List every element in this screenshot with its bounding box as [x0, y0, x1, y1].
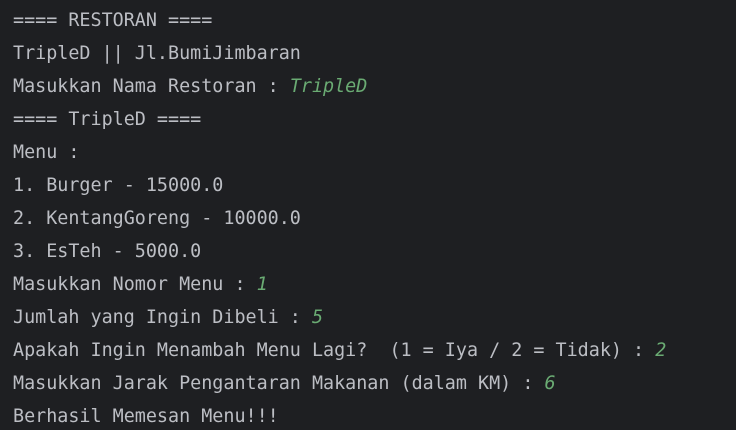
- console-text: Jumlah yang Ingin Dibeli :: [13, 307, 312, 328]
- console-text: Masukkan Nomor Menu :: [13, 274, 257, 295]
- console-text: Apakah Ingin Menambah Menu Lagi? (1 = Iy…: [13, 340, 656, 361]
- console-line-menu-heading: Menu :: [13, 136, 736, 169]
- console-line-success-message: Berhasil Memesan Menu!!!: [13, 400, 736, 430]
- console-text: Menu :: [13, 142, 80, 163]
- console-line-menu-item-2: 2. KentangGoreng - 10000.0: [13, 202, 736, 235]
- console-line-restaurant-name-prompt: Masukkan Nama Restoran : TripleD: [13, 70, 736, 103]
- console-text: 3. EsTeh - 5000.0: [13, 241, 202, 262]
- console-text: ==== RESTORAN ====: [13, 10, 213, 31]
- console-line-add-more-prompt: Apakah Ingin Menambah Menu Lagi? (1 = Iy…: [13, 334, 736, 367]
- user-input-menu-number: 1: [256, 274, 268, 295]
- console-line-menu-number-prompt: Masukkan Nomor Menu : 1: [13, 268, 736, 301]
- console-text: ==== TripleD ====: [13, 109, 202, 130]
- console-line-restaurant-title: ==== TripleD ====: [13, 103, 736, 136]
- console-text: Masukkan Jarak Pengantaran Makanan (dala…: [13, 373, 545, 394]
- console-line-menu-item-3: 3. EsTeh - 5000.0: [13, 235, 736, 268]
- console-text: 1. Burger - 15000.0: [13, 175, 224, 196]
- run-console-output[interactable]: ==== RESTORAN ==== TripleD || Jl.BumiJim…: [0, 0, 736, 430]
- console-line-header: ==== RESTORAN ====: [13, 4, 736, 37]
- user-input-quantity: 5: [311, 307, 324, 328]
- console-line-address: TripleD || Jl.BumiJimbaran: [13, 37, 736, 70]
- console-line-distance-prompt: Masukkan Jarak Pengantaran Makanan (dala…: [13, 367, 736, 400]
- console-text: Masukkan Nama Restoran :: [13, 76, 290, 97]
- console-text: TripleD || Jl.BumiJimbaran: [13, 43, 301, 64]
- console-line-menu-item-1: 1. Burger - 15000.0: [13, 169, 736, 202]
- user-input-distance: 6: [544, 373, 556, 394]
- user-input-restaurant-name: TripleD: [289, 76, 368, 97]
- console-text: 2. KentangGoreng - 10000.0: [13, 208, 301, 229]
- console-text: Berhasil Memesan Menu!!!: [13, 406, 279, 427]
- console-line-quantity-prompt: Jumlah yang Ingin Dibeli : 5: [13, 301, 736, 334]
- user-input-add-more: 2: [655, 340, 667, 361]
